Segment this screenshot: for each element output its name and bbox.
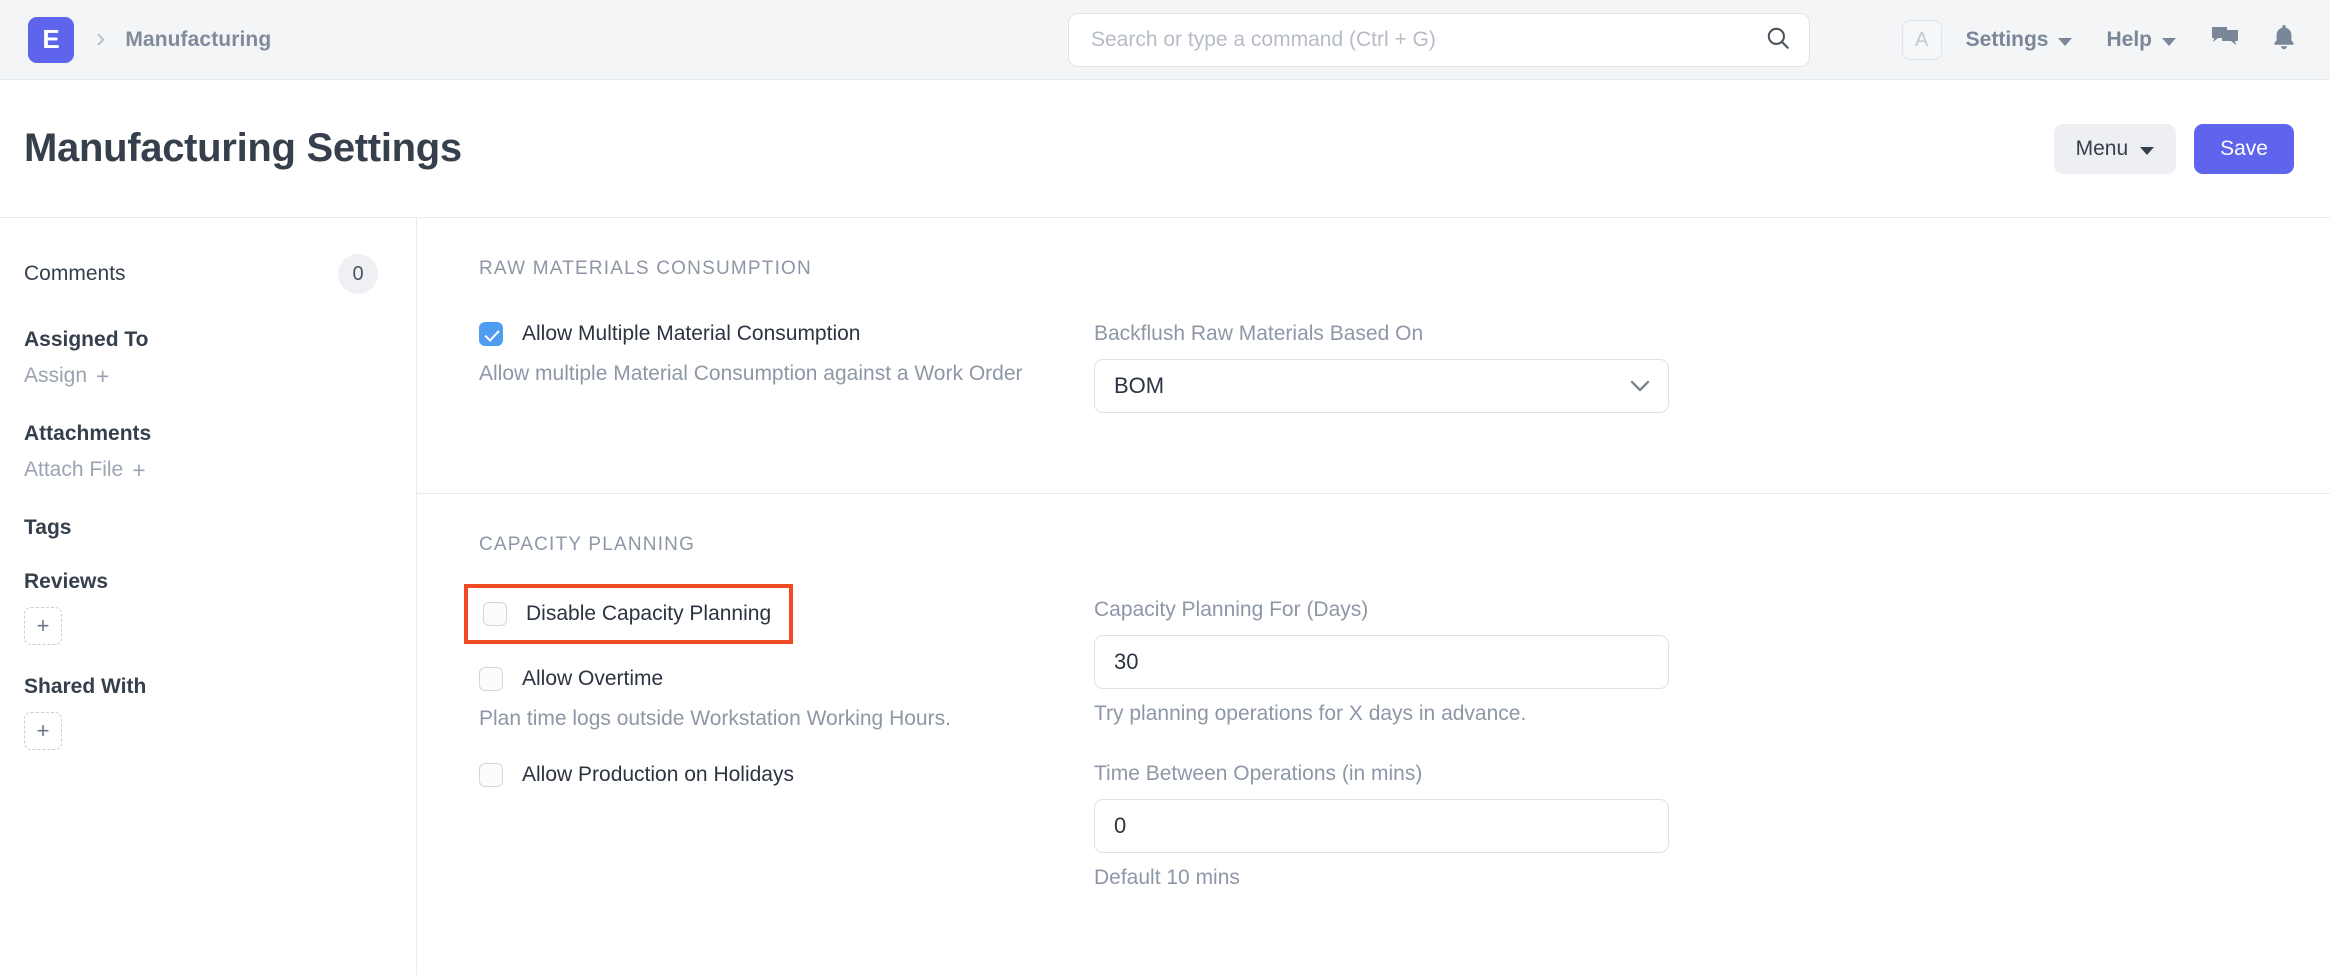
allow-production-on-holidays-label: Allow Production on Holidays <box>522 763 794 786</box>
sidebar: Comments 0 Assigned To Assign + Attachme… <box>0 218 417 975</box>
save-button[interactable]: Save <box>2194 123 2294 174</box>
sidebar-section-attachments: Attachments Attach File + <box>24 422 378 482</box>
sidebar-section-assigned-to: Assigned To Assign + <box>24 328 378 388</box>
settings-menu[interactable]: Settings <box>1966 28 2073 52</box>
attach-file-button[interactable]: Attach File + <box>24 458 378 482</box>
capacity-planning-days-label: Capacity Planning For (Days) <box>1094 598 1369 621</box>
sidebar-section-tags: Tags <box>24 516 378 540</box>
allow-overtime-label: Allow Overtime <box>522 667 664 690</box>
help-menu[interactable]: Help <box>2106 28 2176 52</box>
add-review-button[interactable]: + <box>24 607 62 645</box>
capacity-planning-days-value: 30 <box>1114 649 1139 674</box>
page-body: Comments 0 Assigned To Assign + Attachme… <box>0 218 2330 975</box>
search-input[interactable] <box>1091 28 1755 52</box>
disable-capacity-planning-label: Disable Capacity Planning <box>526 602 772 625</box>
assign-button-label: Assign <box>24 364 88 387</box>
page-title: Manufacturing Settings <box>24 126 462 170</box>
time-between-operations-value: 0 <box>1114 813 1127 838</box>
assign-button[interactable]: Assign + <box>24 364 378 388</box>
checkbox-checked-icon[interactable] <box>479 322 503 346</box>
checkbox-unchecked-icon[interactable] <box>479 667 503 691</box>
chevron-down-icon <box>2162 38 2176 46</box>
settings-form: RAW MATERIALS CONSUMPTION Allow Multiple… <box>417 218 2330 975</box>
sidebar-section-reviews: Reviews + <box>24 570 378 645</box>
checkbox-unchecked-icon[interactable] <box>479 763 503 787</box>
highlight-outline: Disable Capacity Planning <box>464 584 794 644</box>
add-shared-with-button[interactable]: + <box>24 712 62 750</box>
checkbox-unchecked-icon[interactable] <box>483 602 507 626</box>
backflush-raw-materials-label: Backflush Raw Materials Based On <box>1094 322 1424 345</box>
section-raw-materials-consumption: RAW MATERIALS CONSUMPTION Allow Multiple… <box>417 218 2330 494</box>
chevron-down-icon <box>2058 38 2073 46</box>
page-header-actions: Menu Save <box>2053 123 2294 174</box>
attach-file-button-label: Attach File <box>24 458 124 481</box>
capacity-planning-days-help: Try planning operations for X days in ad… <box>1094 702 1527 725</box>
allow-overtime-checkbox[interactable]: Allow Overtime <box>479 667 1094 691</box>
capacity-planning-days-field: Capacity Planning For (Days) 30 Try plan… <box>1094 598 1669 726</box>
page-header: Manufacturing Settings Menu Save <box>0 80 2330 218</box>
allow-production-on-holidays-checkbox[interactable]: Allow Production on Holidays <box>479 763 1094 787</box>
sidebar-section-comments: Comments 0 <box>24 254 378 294</box>
disable-capacity-planning-checkbox[interactable]: Disable Capacity Planning <box>483 602 771 626</box>
avatar[interactable]: A <box>1901 20 1942 60</box>
app-logo[interactable]: E <box>28 16 74 63</box>
chevron-down-icon <box>1630 373 1650 399</box>
help-menu-label: Help <box>2106 28 2152 51</box>
time-between-operations-help: Default 10 mins <box>1094 866 1240 889</box>
search-icon[interactable] <box>1765 25 1791 56</box>
allow-multiple-material-consumption-help: Allow multiple Material Consumption agai… <box>479 362 1023 385</box>
assigned-to-label: Assigned To <box>24 328 149 351</box>
time-between-operations-label: Time Between Operations (in mins) <box>1094 762 1423 785</box>
settings-menu-label: Settings <box>1965 28 2049 51</box>
allow-overtime-help: Plan time logs outside Workstation Worki… <box>479 707 951 730</box>
time-between-operations-input[interactable]: 0 <box>1094 799 1669 853</box>
attachments-label: Attachments <box>24 422 152 445</box>
breadcrumb-chevron-icon: › <box>96 21 106 53</box>
top-navbar: E › Manufacturing A Settings Help <box>0 0 2330 80</box>
allow-multiple-material-consumption-label: Allow Multiple Material Consumption <box>522 322 861 345</box>
search-box[interactable] <box>1068 13 1810 67</box>
chat-icon[interactable] <box>2210 25 2240 56</box>
plus-icon: + <box>96 362 110 389</box>
bell-icon[interactable] <box>2272 24 2296 56</box>
capacity-planning-days-input[interactable]: 30 <box>1094 635 1669 689</box>
global-search <box>1068 13 1810 67</box>
chevron-down-icon <box>2140 146 2155 155</box>
section-capacity-planning: CAPACITY PLANNING Disable Capacity Plann… <box>417 494 2330 936</box>
time-between-operations-field: Time Between Operations (in mins) 0 Defa… <box>1094 762 1669 890</box>
allow-multiple-material-consumption-checkbox[interactable]: Allow Multiple Material Consumption <box>479 322 1094 346</box>
reviews-label: Reviews <box>24 570 109 593</box>
menu-button[interactable]: Menu <box>2053 123 2177 174</box>
section-title: CAPACITY PLANNING <box>479 534 696 555</box>
menu-button-label: Menu <box>2075 136 2129 160</box>
section-title: RAW MATERIALS CONSUMPTION <box>479 258 812 279</box>
comments-label: Comments <box>24 262 126 285</box>
breadcrumb-manufacturing[interactable]: Manufacturing <box>125 28 271 52</box>
backflush-raw-materials-field: Backflush Raw Materials Based On BOM <box>1094 322 1669 413</box>
tags-label: Tags <box>24 516 72 539</box>
backflush-raw-materials-value: BOM <box>1114 373 1165 398</box>
backflush-raw-materials-select[interactable]: BOM <box>1094 359 1669 413</box>
shared-with-label: Shared With <box>24 675 147 698</box>
comments-row[interactable]: Comments 0 <box>24 254 378 294</box>
comments-count-badge: 0 <box>338 254 378 294</box>
navbar-right-cluster: A Settings Help <box>1901 0 2296 80</box>
plus-icon: + <box>132 456 146 483</box>
sidebar-section-shared-with: Shared With + <box>24 675 378 750</box>
